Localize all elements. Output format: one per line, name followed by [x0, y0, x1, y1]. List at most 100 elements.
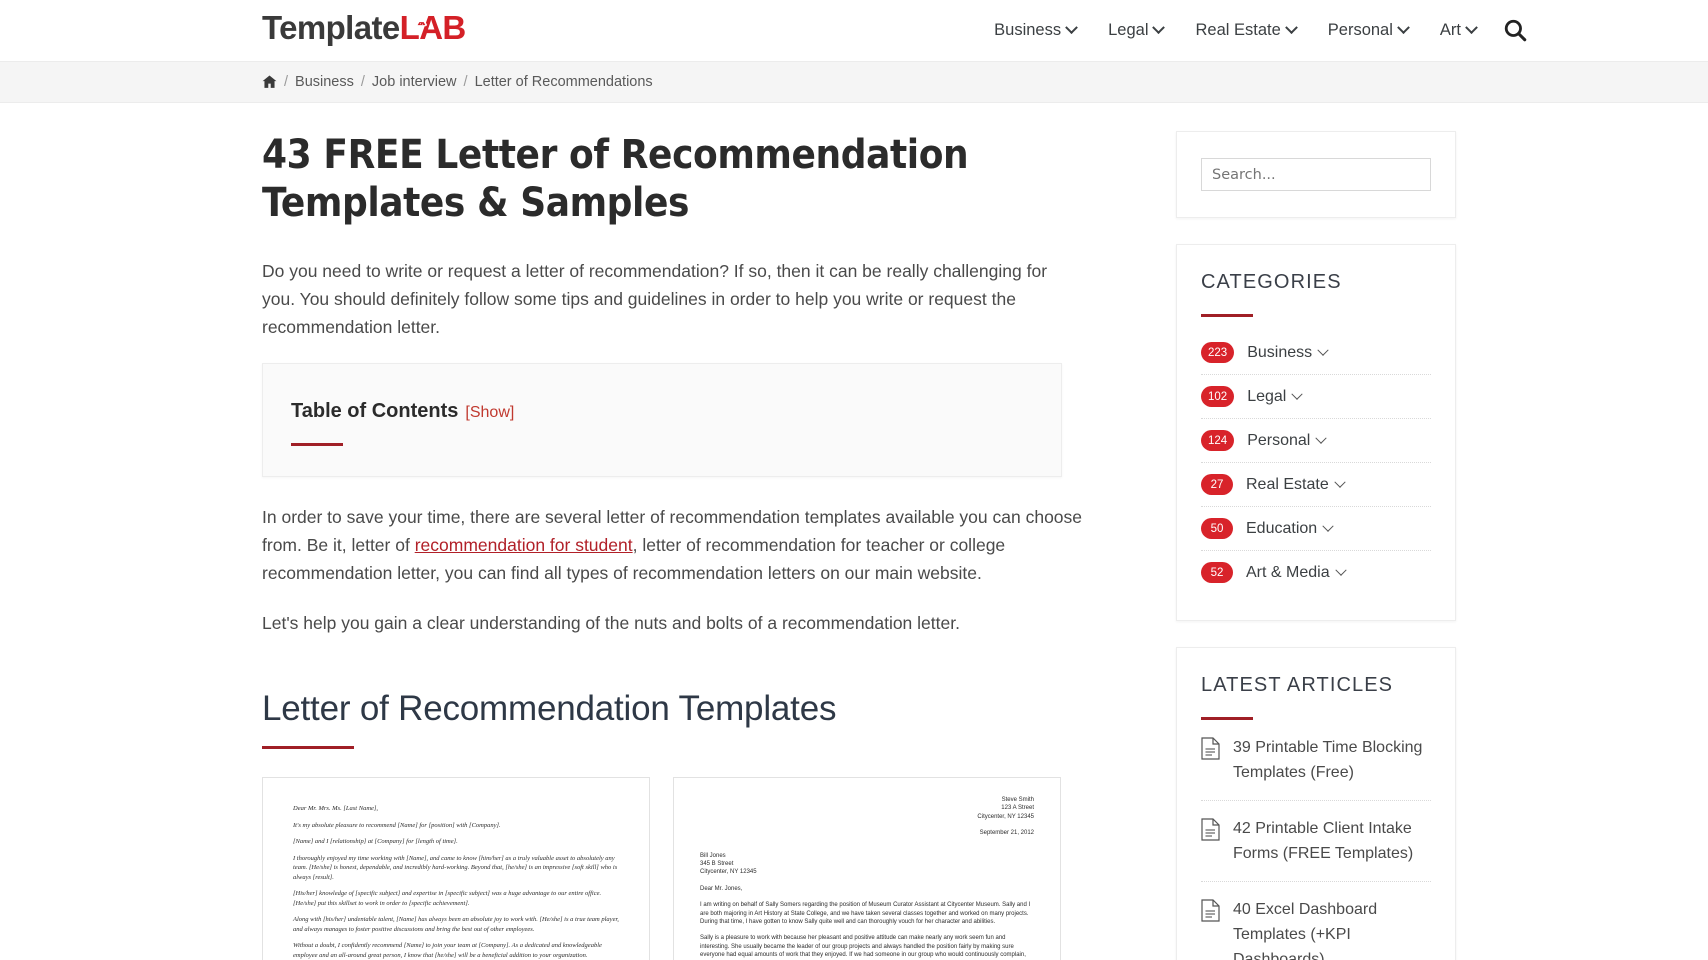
category-label-wrap: Personal	[1247, 432, 1328, 450]
doc-line: Dear Mr. Jones,	[700, 885, 743, 892]
section-title-templates: Letter of Recommendation Templates	[262, 689, 837, 728]
category-label: Business	[1247, 343, 1313, 361]
sidebar-item-legal[interactable]: 102 Legal	[1201, 375, 1431, 419]
doc-line: It's my absolute pleasure to recommend […	[293, 821, 501, 829]
doc-date: September 21, 2012	[700, 829, 1034, 837]
breadcrumb-item-current: Letter of Recommendations	[474, 74, 653, 90]
list-item[interactable]: 40 Excel Dashboard Templates (+KPI Dashb…	[1201, 882, 1431, 960]
nav-item-real-estate[interactable]: Real Estate	[1195, 21, 1298, 40]
doc-line: [His/her] knowledge of [specific subject…	[293, 890, 602, 907]
chevron-down-icon	[1284, 21, 1298, 35]
toc-heading-row: Table of Contents [Show]	[291, 400, 1033, 423]
chevron-down-icon	[1465, 21, 1478, 35]
document-icon	[1201, 737, 1220, 760]
category-label-wrap: Real Estate	[1246, 475, 1346, 494]
sidebar-item-education[interactable]: 50 Education	[1201, 507, 1431, 551]
category-count-badge: 223	[1201, 342, 1235, 363]
category-label-wrap: Art & Media	[1246, 563, 1347, 582]
article-title: 39 Printable Time Blocking Templates (Fr…	[1233, 739, 1423, 781]
doc-recipient-block: Bill Jones 345 B Street Citycenter, NY 1…	[700, 852, 1034, 877]
doc-line: Sally is a pleasure to work with because…	[700, 935, 1026, 959]
nav-label: Legal	[1108, 21, 1149, 39]
chevron-down-icon	[1065, 21, 1078, 35]
sidebar-item-personal[interactable]: 124 Personal	[1201, 419, 1431, 463]
doc-sender-block: Steve Smith 123 A Street Citycenter, NY …	[700, 796, 1034, 821]
paragraph-nuts-and-bolts: Let's help you gain a clear understandin…	[262, 613, 960, 633]
category-label-wrap: Legal	[1247, 387, 1304, 406]
chevron-down-icon	[1152, 21, 1166, 35]
header-search-button[interactable]	[1502, 17, 1528, 43]
doc-body-paragraph: Sally is a pleasure to work with because…	[700, 934, 1034, 960]
doc-line: I thoroughly enjoyed my time working wit…	[293, 854, 618, 881]
article-title: 42 Printable Client Intake Forms (FREE T…	[1233, 820, 1414, 862]
categories-heading: CATEGORIES	[1201, 271, 1342, 293]
template-thumbnail-grid: Dear Mr. Mrs. Ms. [Last Name], It's my a…	[262, 777, 1138, 960]
nav-item-legal[interactable]: Legal	[1108, 21, 1166, 40]
chevron-down-icon	[1317, 344, 1329, 356]
list-item[interactable]: 42 Printable Client Intake Forms (FREE T…	[1201, 801, 1431, 882]
category-label: Art & Media	[1246, 563, 1330, 581]
doc-salutation: Dear Mr. Jones,	[700, 885, 1034, 893]
breadcrumb-item-job-interview[interactable]: Job interview	[372, 74, 457, 90]
category-label-wrap: Education	[1246, 520, 1334, 538]
doc-body-paragraph: I am writing on behalf of Sally Somers r…	[700, 901, 1034, 926]
toc-show-toggle[interactable]: [Show]	[465, 404, 514, 422]
document-icon	[1201, 818, 1220, 841]
breadcrumb-separator: /	[463, 74, 468, 90]
nav-item-personal[interactable]: Personal	[1327, 21, 1410, 40]
category-count-badge: 27	[1201, 474, 1233, 495]
section-accent-rule	[262, 746, 354, 749]
breadcrumb: / Business / Job interview / Letter of R…	[262, 74, 653, 90]
doc-line: Citycenter, NY 12345	[700, 869, 757, 876]
chevron-down-icon	[1397, 21, 1410, 35]
category-count-badge: 50	[1201, 518, 1233, 539]
page-body: 43 FREE Letter of Recommendation Templat…	[0, 103, 1708, 960]
doc-line: Citycenter, NY 12345	[977, 813, 1034, 820]
toc-heading: Table of Contents	[291, 400, 459, 422]
doc-line: [Name] and I [relationship] at [Company]…	[293, 838, 458, 845]
nav-label: Real Estate	[1195, 21, 1281, 39]
intro-paragraph: Do you need to write or request a letter…	[262, 261, 1048, 337]
doc-line: Bill Jones	[700, 852, 726, 859]
doc-line: Along with [his/her] undeniable talent, …	[293, 916, 619, 933]
sidebar-item-business[interactable]: 223 Business	[1201, 331, 1431, 375]
table-of-contents-box: Table of Contents [Show]	[262, 363, 1062, 477]
breadcrumb-item-business[interactable]: Business	[295, 74, 354, 90]
sidebar: CATEGORIES 223 Business 102 Legal	[1176, 131, 1456, 960]
breadcrumb-separator: /	[284, 74, 289, 90]
article-title: 40 Excel Dashboard Templates (+KPI Dashb…	[1233, 901, 1378, 960]
nav-label: Personal	[1327, 21, 1393, 39]
list-item[interactable]: 39 Printable Time Blocking Templates (Fr…	[1201, 720, 1431, 801]
sidebar-categories-card: CATEGORIES 223 Business 102 Legal 124 Pe…	[1176, 244, 1456, 621]
category-label-wrap: Business	[1247, 343, 1329, 362]
category-label: Real Estate	[1246, 475, 1329, 493]
doc-line: I am writing on behalf of Sally Somers r…	[700, 902, 1031, 926]
category-count-badge: 52	[1201, 562, 1233, 583]
chevron-down-icon	[1334, 564, 1347, 576]
nav-item-art[interactable]: Art	[1440, 21, 1478, 40]
template-thumbnail-2[interactable]: Steve Smith 123 A Street Citycenter, NY …	[673, 777, 1061, 960]
categories-accent-rule	[1201, 314, 1253, 317]
site-logo[interactable]: TemplateLAB	[262, 8, 466, 48]
site-header: TemplateLAB Business Legal Real Estate P…	[0, 0, 1708, 61]
category-count-badge: 124	[1201, 430, 1235, 451]
doc-line: 123 A Street	[1001, 805, 1034, 812]
sidebar-item-real-estate[interactable]: 27 Real Estate	[1201, 463, 1431, 507]
link-recommendation-for-student[interactable]: recommendation for student	[415, 535, 633, 555]
chevron-down-icon	[1315, 432, 1328, 444]
chevron-down-icon	[1322, 520, 1334, 532]
sidebar-item-art-media[interactable]: 52 Art & Media	[1201, 551, 1431, 594]
doc-line: 345 B Street	[700, 861, 734, 868]
search-input[interactable]	[1201, 158, 1431, 191]
category-count-badge: 102	[1201, 386, 1235, 407]
toc-accent-rule	[291, 443, 343, 446]
paragraph-templates-available: In order to save your time, there are se…	[262, 503, 1082, 587]
breadcrumb-bar: / Business / Job interview / Letter of R…	[0, 61, 1708, 103]
flask-icon	[416, 13, 427, 27]
doc-line: Steve Smith	[1001, 797, 1034, 803]
template-thumbnail-1[interactable]: Dear Mr. Mrs. Ms. [Last Name], It's my a…	[262, 777, 650, 960]
category-label: Legal	[1247, 387, 1287, 405]
nav-item-business[interactable]: Business	[994, 21, 1078, 40]
nav-label: Business	[994, 21, 1062, 39]
home-icon[interactable]	[262, 75, 277, 89]
